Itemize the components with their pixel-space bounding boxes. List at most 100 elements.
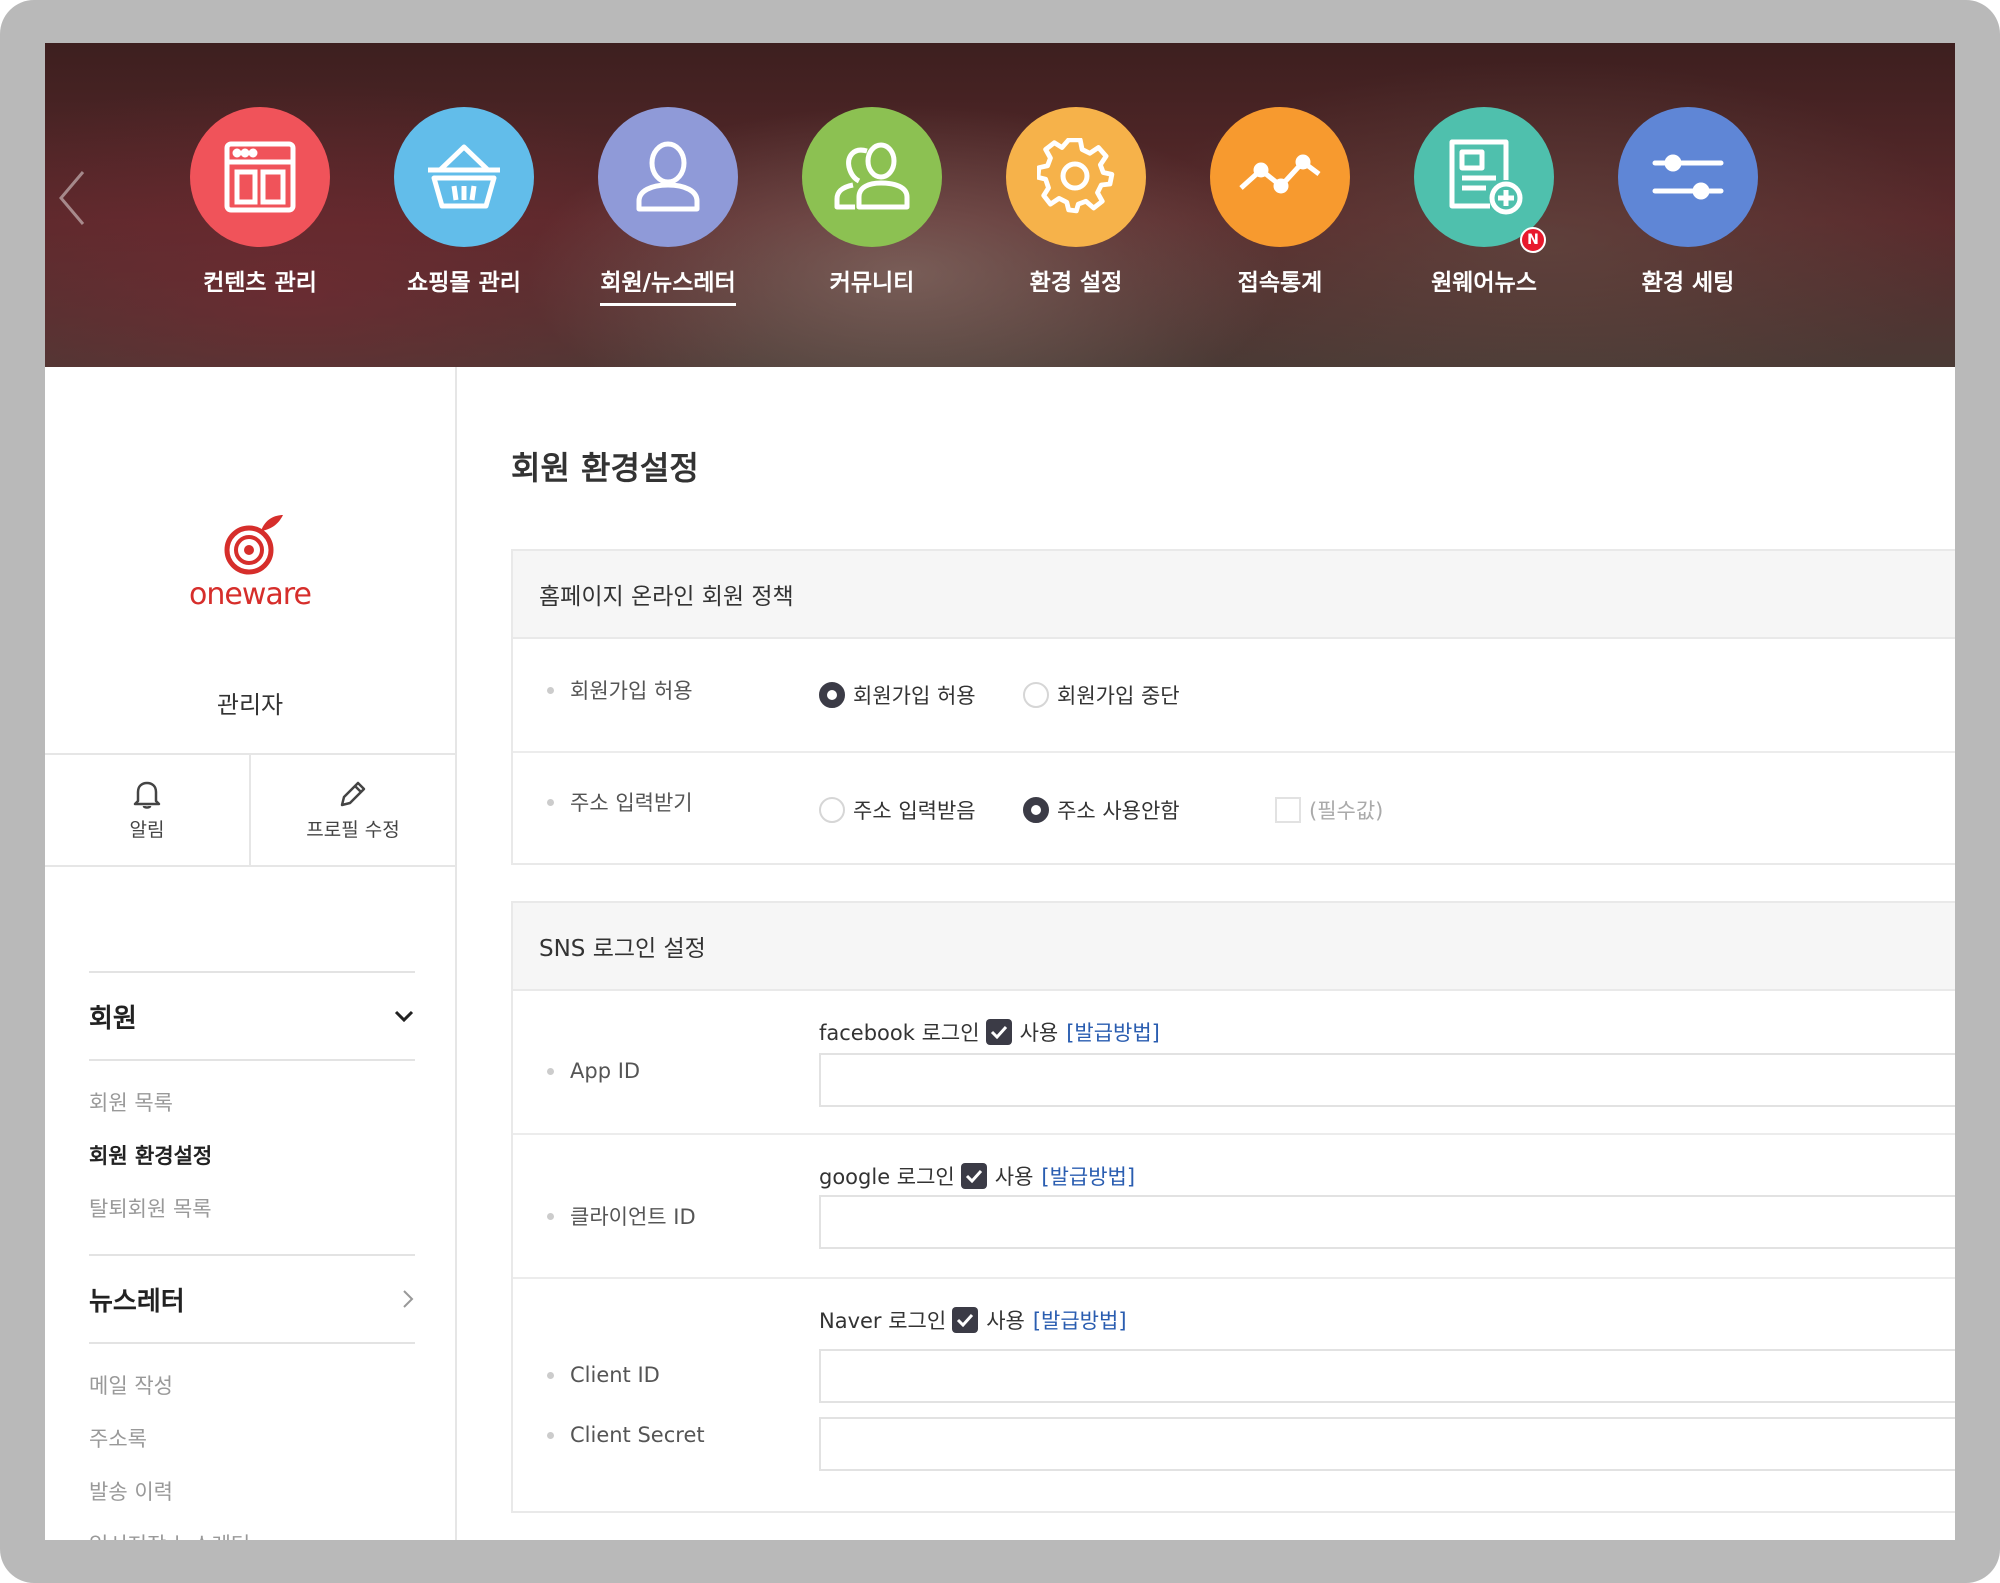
radio-label: 회원가입 허용 — [853, 684, 976, 708]
naver-client-id-input[interactable] — [819, 1349, 1955, 1403]
bullet-dot — [547, 686, 554, 694]
use-label: 사용 — [994, 1165, 1034, 1189]
row-label: 주소 입력받기 — [547, 787, 693, 817]
sidebar-item-member-settings[interactable]: 회원 환경설정 — [89, 1130, 415, 1183]
google-use-checkbox[interactable] — [960, 1163, 987, 1189]
radio-label: 주소 입력받음 — [853, 799, 976, 823]
bell-icon — [133, 781, 161, 809]
radio-unchecked — [819, 797, 845, 823]
device-frame: 컨텐츠 관리 쇼핑몰 관리 회원/뉴스레터 커뮤니티 환경 설정 접속통계 N … — [0, 0, 2000, 1583]
bullet-dot — [547, 798, 554, 806]
join-label: 회원가입 허용 — [570, 679, 693, 703]
row-label: Client Secret — [547, 1423, 705, 1447]
facebook-how-link[interactable]: [발급방법] — [1066, 1017, 1160, 1047]
radio-label: 회원가입 중단 — [1057, 684, 1180, 708]
nav-circle — [394, 107, 534, 247]
oneware-logo[interactable]: oneware — [175, 513, 325, 623]
radio-checked — [1023, 797, 1049, 823]
member-policy-panel: 홈페이지 온라인 회원 정책 회원가입 허용 회원가입 허용 회원가입 중단 주… — [511, 549, 1955, 865]
sidebar-item-draft-newsletters[interactable]: 임시저장 뉴스레터 — [89, 1519, 415, 1540]
nav-environment-setup[interactable]: 환경 세팅 — [1618, 107, 1758, 303]
chevron-left-icon[interactable] — [53, 168, 93, 228]
bullet-dot — [547, 1067, 554, 1075]
sidebar-item-send-history[interactable]: 발송 이력 — [89, 1466, 415, 1519]
sliders-icon — [1652, 154, 1724, 200]
google-how-link[interactable]: [발급방법] — [1041, 1161, 1135, 1191]
nav-circle: N — [1414, 107, 1554, 253]
menu-section-member[interactable]: 회원 — [89, 971, 415, 1061]
check-icon — [965, 1169, 982, 1183]
join-stop-radio[interactable]: 회원가입 중단 — [1023, 680, 1180, 710]
nav-content-management[interactable]: 컨텐츠 관리 — [190, 107, 330, 303]
join-allow-row: 회원가입 허용 회원가입 허용 회원가입 중단 — [513, 639, 1955, 753]
bullet-dot — [547, 1431, 554, 1439]
join-allow-radio[interactable]: 회원가입 허용 — [819, 680, 976, 710]
pencil-icon — [340, 781, 366, 806]
nav-member-newsletter[interactable]: 회원/뉴스레터 — [598, 107, 738, 306]
check-icon — [990, 1025, 1007, 1039]
nav-circle — [802, 107, 942, 247]
profile-edit-button[interactable]: 프로필 수정 — [249, 755, 455, 865]
google-client-id-input[interactable] — [819, 1195, 1955, 1249]
panel-heading: SNS 로그인 설정 — [513, 903, 1955, 991]
profile-edit-label: 프로필 수정 — [306, 818, 400, 841]
naver-login-line: Naver 로그인 사용 [발급방법] — [819, 1305, 1127, 1335]
alarm-label: 알림 — [129, 818, 165, 841]
nav-label: 환경 설정 — [1029, 270, 1123, 296]
address-required-checkbox[interactable]: (필수값) — [1275, 795, 1383, 825]
menu-section-title: 뉴스레터 — [89, 1286, 185, 1317]
users-icon — [834, 142, 910, 210]
row-label: 클라이언트 ID — [547, 1201, 696, 1231]
gear-icon — [1037, 138, 1115, 214]
logo-text: oneware — [189, 577, 312, 612]
nav-label-active: 회원/뉴스레터 — [600, 263, 736, 306]
nav-oneware-news[interactable]: N 원웨어뉴스 — [1414, 107, 1554, 303]
bullet-dot — [547, 1371, 554, 1379]
nav-community[interactable]: 커뮤니티 — [802, 107, 942, 303]
member-submenu: 회원 목록 회원 환경설정 탈퇴회원 목록 — [89, 1061, 415, 1254]
sidebar-item-withdrawn-members[interactable]: 탈퇴회원 목록 — [89, 1183, 415, 1236]
row-label: Client ID — [547, 1363, 660, 1387]
alarm-button[interactable]: 알림 — [45, 755, 249, 865]
google-title: google 로그인 — [819, 1165, 955, 1189]
sidebar: oneware 관리자 알림 프로필 수정 회원 회원 목록 회원 환경설정 탈… — [45, 367, 457, 1540]
user-role: 관리자 — [216, 691, 284, 719]
nav-label: 커뮤니티 — [829, 270, 915, 296]
nav-access-statistics[interactable]: 접속통계 — [1210, 107, 1350, 303]
sidebar-menu: 회원 회원 목록 회원 환경설정 탈퇴회원 목록 뉴스레터 메일 작성 주소록 … — [89, 971, 415, 1540]
naver-use-checkbox[interactable] — [952, 1307, 979, 1333]
facebook-app-id-input[interactable] — [819, 1053, 1955, 1107]
sidebar-item-address-book[interactable]: 주소록 — [89, 1413, 415, 1466]
menu-section-title: 회원 — [89, 1003, 137, 1034]
content-window-icon — [224, 141, 296, 213]
facebook-title: facebook 로그인 — [819, 1021, 980, 1045]
chevron-right-icon — [403, 1290, 414, 1308]
sidebar-item-member-list[interactable]: 회원 목록 — [89, 1077, 415, 1130]
nav-circle — [1210, 107, 1350, 247]
radio-label: 주소 사용안함 — [1057, 799, 1180, 823]
app-id-label: App ID — [570, 1059, 641, 1083]
new-badge: N — [1520, 227, 1546, 253]
address-receive-radio[interactable]: 주소 입력받음 — [819, 795, 976, 825]
client-id-label: 클라이언트 ID — [570, 1205, 696, 1229]
menu-section-newsletter[interactable]: 뉴스레터 — [89, 1254, 415, 1344]
naver-how-link[interactable]: [발급방법] — [1033, 1305, 1127, 1335]
google-login-line: google 로그인 사용 [발급방법] — [819, 1161, 1135, 1191]
facebook-use-checkbox[interactable] — [985, 1019, 1012, 1045]
panel-heading: 홈페이지 온라인 회원 정책 — [513, 551, 1955, 639]
nav-label: 접속통계 — [1237, 270, 1323, 296]
use-label: 사용 — [1019, 1021, 1059, 1045]
google-row: google 로그인 사용 [발급방법] 클라이언트 ID — [513, 1135, 1955, 1279]
naver-client-secret-input[interactable] — [819, 1417, 1955, 1471]
check-icon — [957, 1313, 974, 1327]
nav-label: 컨텐츠 관리 — [203, 270, 317, 296]
nav-shop-management[interactable]: 쇼핑몰 관리 — [394, 107, 534, 303]
sns-login-panel: SNS 로그인 설정 facebook 로그인 사용 [발급방법] App ID — [511, 901, 1955, 1513]
nav-settings[interactable]: 환경 설정 — [1006, 107, 1146, 303]
checkbox-unchecked — [1275, 797, 1301, 823]
sidebar-item-write-mail[interactable]: 메일 작성 — [89, 1360, 415, 1413]
checkbox-label: (필수값) — [1309, 799, 1384, 823]
row-label: 회원가입 허용 — [547, 675, 693, 705]
row-label: App ID — [547, 1059, 640, 1083]
address-not-use-radio[interactable]: 주소 사용안함 — [1023, 795, 1180, 825]
